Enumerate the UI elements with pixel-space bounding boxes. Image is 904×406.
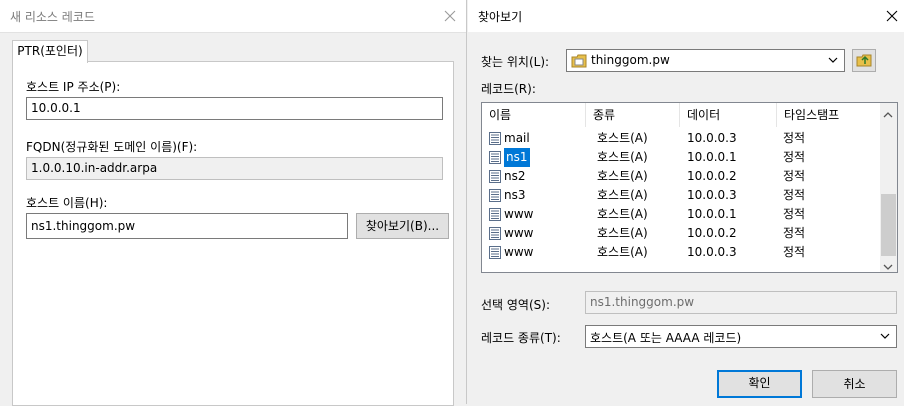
- record-icon: [489, 132, 501, 145]
- column-header-data[interactable]: 데이터: [680, 103, 777, 127]
- scroll-up-icon[interactable]: [883, 108, 893, 122]
- browse-button[interactable]: 찾아보기(B)...: [356, 213, 449, 239]
- folder-up-icon: [856, 52, 872, 74]
- folder-icon: [571, 54, 587, 71]
- host-name-input[interactable]: ns1.thinggom.pw: [26, 213, 348, 239]
- selection-label: 선택 영역(S):: [481, 298, 550, 312]
- list-header: 이름 종류 데이터 타임스탬프: [482, 103, 880, 127]
- cell-name: www: [504, 245, 534, 259]
- table-row[interactable]: ns3 호스트(A) 10.0.0.3 정적: [482, 186, 880, 205]
- close-icon[interactable]: [884, 8, 900, 24]
- tab-ptr[interactable]: PTR(포인터): [12, 40, 88, 63]
- cell-type: 호스트(A): [597, 150, 648, 164]
- cell-type: 호스트(A): [597, 188, 648, 202]
- cell-name: ns1: [504, 148, 530, 167]
- table-row[interactable]: mail 호스트(A) 10.0.0.3 정적: [482, 129, 880, 148]
- tab-panel: 호스트 IP 주소(P): 10.0.0.1 FQDN(정규화된 도메인 이름)…: [12, 61, 454, 406]
- vertical-scrollbar[interactable]: [880, 103, 897, 272]
- cell-name: www: [504, 226, 534, 240]
- host-ip-input[interactable]: 10.0.0.1: [26, 97, 443, 120]
- new-resource-record-dialog: 새 리소스 레코드 PTR(포인터) 호스트 IP 주소(P): 10.0.0.…: [0, 0, 467, 406]
- column-header-timestamp[interactable]: 타임스탬프: [777, 103, 880, 127]
- dialog-title: 새 리소스 레코드: [10, 10, 95, 24]
- table-row[interactable]: www 호스트(A) 10.0.0.1 정적: [482, 205, 880, 224]
- host-name-label: 호스트 이름(H):: [26, 196, 108, 210]
- cell-type: 호스트(A): [597, 169, 648, 183]
- browse-dialog: 찾아보기 찾는 위치(L): thinggom.pw 레코드(R): 이름 종류…: [468, 0, 904, 404]
- record-type-dropdown[interactable]: 호스트(A 또는 AAAA 레코드): [585, 325, 897, 348]
- scrollbar-thumb[interactable]: [881, 194, 896, 256]
- cell-type: 호스트(A): [597, 207, 648, 221]
- cell-data: 10.0.0.2: [687, 226, 737, 240]
- cell-data: 10.0.0.1: [687, 150, 737, 164]
- selection-field: ns1.thinggom.pw: [585, 291, 897, 314]
- cell-type: 호스트(A): [597, 226, 648, 240]
- cell-timestamp: 정적: [783, 131, 806, 145]
- cell-data: 10.0.0.1: [687, 207, 737, 221]
- cell-timestamp: 정적: [783, 245, 806, 259]
- folder-up-button[interactable]: [852, 49, 876, 72]
- record-icon: [489, 189, 501, 202]
- cell-name: ns3: [504, 188, 526, 202]
- cell-timestamp: 정적: [783, 169, 806, 183]
- record-icon: [489, 170, 501, 183]
- scroll-down-icon[interactable]: [883, 260, 893, 272]
- look-in-label: 찾는 위치(L):: [481, 55, 550, 69]
- title-bar: 찾아보기: [468, 0, 904, 32]
- column-header-type[interactable]: 종류: [586, 103, 680, 127]
- fqdn-label: FQDN(정규화된 도메인 이름)(F):: [26, 140, 198, 154]
- cell-type: 호스트(A): [597, 131, 648, 145]
- cell-data: 10.0.0.3: [687, 188, 737, 202]
- title-bar: 새 리소스 레코드: [0, 0, 466, 33]
- host-ip-label: 호스트 IP 주소(P):: [26, 80, 121, 94]
- cancel-button[interactable]: 취소: [812, 370, 897, 398]
- table-row[interactable]: ns1 호스트(A) 10.0.0.1 정적: [482, 148, 880, 167]
- records-label: 레코드(R):: [481, 82, 536, 96]
- cell-timestamp: 정적: [783, 188, 806, 202]
- record-type-value: 호스트(A 또는 AAAA 레코드): [590, 331, 742, 345]
- record-icon: [489, 151, 501, 164]
- record-type-label: 레코드 종류(T):: [481, 331, 561, 345]
- table-row[interactable]: www 호스트(A) 10.0.0.3 정적: [482, 243, 880, 262]
- look-in-dropdown[interactable]: thinggom.pw: [566, 49, 845, 72]
- look-in-value: thinggom.pw: [591, 53, 670, 67]
- cell-timestamp: 정적: [783, 207, 806, 221]
- cell-name: mail: [504, 131, 530, 145]
- record-icon: [489, 246, 501, 259]
- cell-timestamp: 정적: [783, 150, 806, 164]
- fqdn-field: 1.0.0.10.in-addr.arpa: [26, 157, 443, 180]
- cell-name: ns2: [504, 169, 526, 183]
- ok-button[interactable]: 확인: [717, 370, 802, 398]
- chevron-down-icon: [880, 330, 890, 345]
- cell-name: www: [504, 207, 534, 221]
- close-icon[interactable]: [442, 8, 458, 24]
- cell-type: 호스트(A): [597, 245, 648, 259]
- chevron-down-icon: [828, 54, 838, 69]
- column-header-name[interactable]: 이름: [482, 103, 586, 127]
- dialog-title: 찾아보기: [478, 10, 523, 24]
- record-icon: [489, 208, 501, 221]
- table-row[interactable]: www 호스트(A) 10.0.0.2 정적: [482, 224, 880, 243]
- table-row[interactable]: ns2 호스트(A) 10.0.0.2 정적: [482, 167, 880, 186]
- record-icon: [489, 227, 501, 240]
- cell-data: 10.0.0.3: [687, 131, 737, 145]
- cell-data: 10.0.0.2: [687, 169, 737, 183]
- cell-timestamp: 정적: [783, 226, 806, 240]
- cell-data: 10.0.0.3: [687, 245, 737, 259]
- records-list[interactable]: 이름 종류 데이터 타임스탬프 mail 호스트(A) 10.0.0.3 정적 ns1 호…: [481, 102, 898, 273]
